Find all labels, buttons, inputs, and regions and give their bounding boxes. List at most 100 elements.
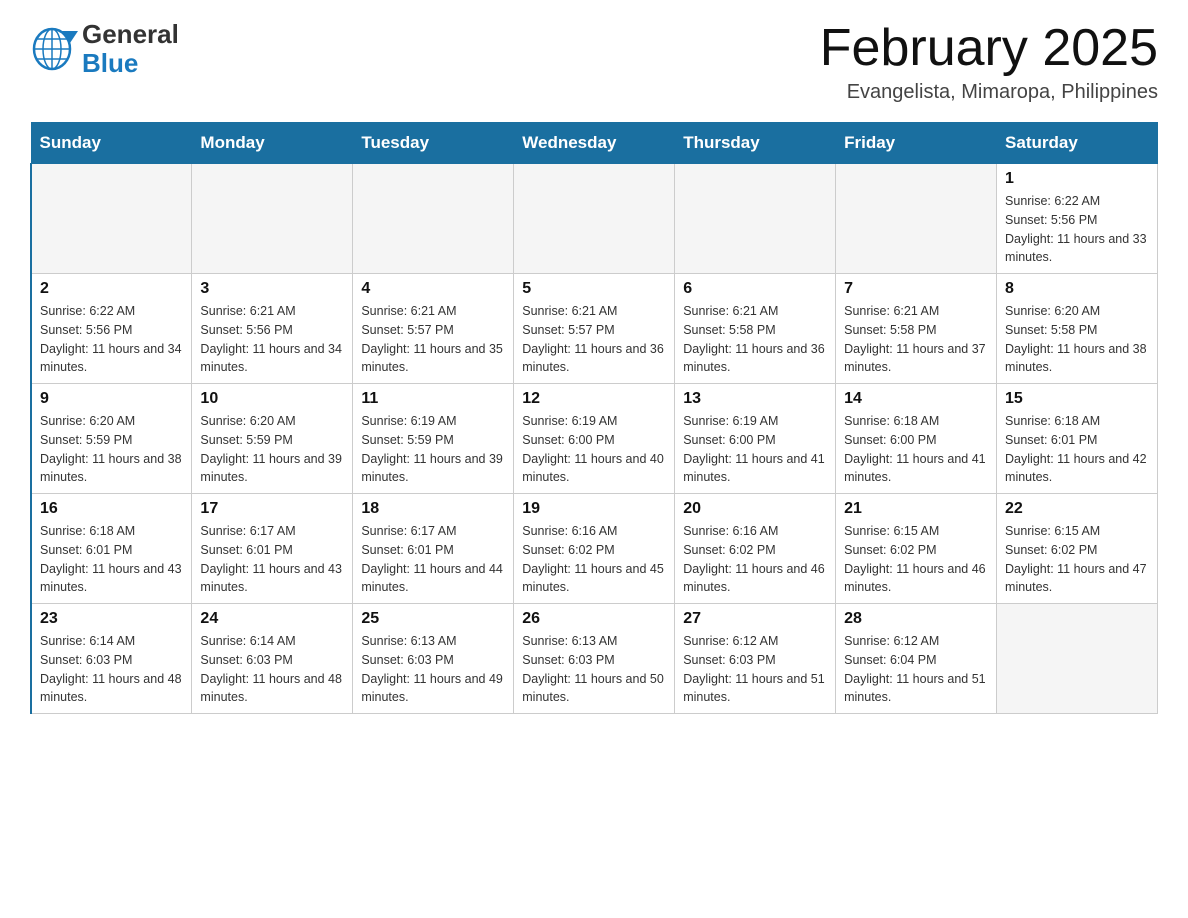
day-info: Sunrise: 6:22 AMSunset: 5:56 PMDaylight:…	[40, 302, 183, 377]
calendar-cell: 26Sunrise: 6:13 AMSunset: 6:03 PMDayligh…	[514, 604, 675, 714]
day-info: Sunrise: 6:22 AMSunset: 5:56 PMDaylight:…	[1005, 192, 1149, 267]
week-row-4: 16 Sunrise: 6:18 AMSunset: 6:01 PMDayligh…	[31, 494, 1158, 604]
calendar-cell: 7Sunrise: 6:21 AMSunset: 5:58 PMDaylight…	[836, 274, 997, 384]
day-info: Sunrise: 6:14 AMSunset: 6:03 PMDaylight:…	[200, 632, 344, 707]
day-info: Sunrise: 6:15 AMSunset: 6:02 PMDaylight:…	[1005, 522, 1149, 597]
day-number: 28	[844, 610, 988, 628]
day-info: Sunrise: 6:16 AMSunset: 6:02 PMDaylight:…	[683, 522, 827, 597]
calendar-cell: 6Sunrise: 6:21 AMSunset: 5:58 PMDaylight…	[675, 274, 836, 384]
week-row-2: 2 Sunrise: 6:22 AMSunset: 5:56 PMDaylight…	[31, 274, 1158, 384]
calendar-cell: 1 Sunrise: 6:22 AMSunset: 5:56 PMDaylight…	[997, 164, 1158, 274]
calendar-cell: 5Sunrise: 6:21 AMSunset: 5:57 PMDaylight…	[514, 274, 675, 384]
day-number: 7	[844, 280, 988, 298]
calendar-cell	[353, 164, 514, 274]
day-header-monday: Monday	[192, 123, 353, 164]
calendar-cell	[997, 604, 1158, 714]
day-number: 9	[40, 390, 183, 408]
day-number: 23	[40, 610, 183, 628]
location-title: Evangelista, Mimaropa, Philippines	[820, 81, 1158, 104]
calendar-cell: 15Sunrise: 6:18 AMSunset: 6:01 PMDayligh…	[997, 384, 1158, 494]
day-info: Sunrise: 6:21 AMSunset: 5:56 PMDaylight:…	[200, 302, 344, 377]
calendar-cell: 20 Sunrise: 6:16 AMSunset: 6:02 PMDayligh…	[675, 494, 836, 604]
day-info: Sunrise: 6:16 AMSunset: 6:02 PMDaylight:…	[522, 522, 666, 597]
day-number: 2	[40, 280, 183, 298]
day-header-thursday: Thursday	[675, 123, 836, 164]
day-header-tuesday: Tuesday	[353, 123, 514, 164]
day-number: 25	[361, 610, 505, 628]
day-info: Sunrise: 6:20 AMSunset: 5:58 PMDaylight:…	[1005, 302, 1149, 377]
week-row-3: 9 Sunrise: 6:20 AMSunset: 5:59 PMDaylight…	[31, 384, 1158, 494]
calendar-table: SundayMondayTuesdayWednesdayThursdayFrid…	[30, 122, 1158, 714]
week-row-5: 23 Sunrise: 6:14 AMSunset: 6:03 PMDayligh…	[31, 604, 1158, 714]
day-number: 8	[1005, 280, 1149, 298]
calendar-cell: 21 Sunrise: 6:15 AMSunset: 6:02 PMDayligh…	[836, 494, 997, 604]
day-info: Sunrise: 6:18 AMSunset: 6:01 PMDaylight:…	[1005, 412, 1149, 487]
day-header-friday: Friday	[836, 123, 997, 164]
day-number: 10	[200, 390, 344, 408]
logo-text: General Blue	[82, 20, 179, 77]
day-number: 13	[683, 390, 827, 408]
calendar-cell: 16 Sunrise: 6:18 AMSunset: 6:01 PMDayligh…	[31, 494, 192, 604]
logo: General Blue	[30, 20, 179, 77]
day-number: 6	[683, 280, 827, 298]
day-info: Sunrise: 6:19 AMSunset: 6:00 PMDaylight:…	[683, 412, 827, 487]
calendar-cell: 24 Sunrise: 6:14 AMSunset: 6:03 PMDayligh…	[192, 604, 353, 714]
day-info: Sunrise: 6:20 AMSunset: 5:59 PMDaylight:…	[40, 412, 183, 487]
day-header-saturday: Saturday	[997, 123, 1158, 164]
logo-general: General	[82, 20, 179, 49]
week-row-1: 1 Sunrise: 6:22 AMSunset: 5:56 PMDaylight…	[31, 164, 1158, 274]
calendar-cell: 25 Sunrise: 6:13 AMSunset: 6:03 PMDayligh…	[353, 604, 514, 714]
calendar-cell: 8 Sunrise: 6:20 AMSunset: 5:58 PMDaylight…	[997, 274, 1158, 384]
day-number: 27	[683, 610, 827, 628]
calendar-cell	[192, 164, 353, 274]
calendar-cell: 17 Sunrise: 6:17 AMSunset: 6:01 PMDayligh…	[192, 494, 353, 604]
day-info: Sunrise: 6:17 AMSunset: 6:01 PMDaylight:…	[200, 522, 344, 597]
day-number: 11	[361, 390, 505, 408]
day-info: Sunrise: 6:19 AMSunset: 6:00 PMDaylight:…	[522, 412, 666, 487]
day-number: 12	[522, 390, 666, 408]
day-header-wednesday: Wednesday	[514, 123, 675, 164]
calendar-cell: 4 Sunrise: 6:21 AMSunset: 5:57 PMDaylight…	[353, 274, 514, 384]
day-info: Sunrise: 6:13 AMSunset: 6:03 PMDaylight:…	[361, 632, 505, 707]
day-number: 5	[522, 280, 666, 298]
calendar-cell: 27 Sunrise: 6:12 AMSunset: 6:03 PMDayligh…	[675, 604, 836, 714]
calendar-cell: 2 Sunrise: 6:22 AMSunset: 5:56 PMDaylight…	[31, 274, 192, 384]
title-section: February 2025 Evangelista, Mimaropa, Phi…	[820, 20, 1158, 104]
day-number: 21	[844, 500, 988, 518]
day-info: Sunrise: 6:20 AMSunset: 5:59 PMDaylight:…	[200, 412, 344, 487]
day-number: 26	[522, 610, 666, 628]
day-number: 24	[200, 610, 344, 628]
day-number: 4	[361, 280, 505, 298]
calendar-cell: 18 Sunrise: 6:17 AMSunset: 6:01 PMDayligh…	[353, 494, 514, 604]
day-info: Sunrise: 6:21 AMSunset: 5:57 PMDaylight:…	[361, 302, 505, 377]
day-info: Sunrise: 6:14 AMSunset: 6:03 PMDaylight:…	[40, 632, 183, 707]
day-number: 19	[522, 500, 666, 518]
calendar-cell: 11 Sunrise: 6:19 AMSunset: 5:59 PMDayligh…	[353, 384, 514, 494]
calendar-cell: 10 Sunrise: 6:20 AMSunset: 5:59 PMDayligh…	[192, 384, 353, 494]
day-info: Sunrise: 6:18 AMSunset: 6:00 PMDaylight:…	[844, 412, 988, 487]
day-header-sunday: Sunday	[31, 123, 192, 164]
day-number: 17	[200, 500, 344, 518]
logo-icon	[30, 23, 78, 75]
day-info: Sunrise: 6:19 AMSunset: 5:59 PMDaylight:…	[361, 412, 505, 487]
day-number: 16	[40, 500, 183, 518]
day-info: Sunrise: 6:15 AMSunset: 6:02 PMDaylight:…	[844, 522, 988, 597]
day-info: Sunrise: 6:12 AMSunset: 6:04 PMDaylight:…	[844, 632, 988, 707]
calendar-cell	[836, 164, 997, 274]
calendar-cell: 28 Sunrise: 6:12 AMSunset: 6:04 PMDayligh…	[836, 604, 997, 714]
calendar-cell: 23 Sunrise: 6:14 AMSunset: 6:03 PMDayligh…	[31, 604, 192, 714]
calendar-cell: 9 Sunrise: 6:20 AMSunset: 5:59 PMDaylight…	[31, 384, 192, 494]
day-info: Sunrise: 6:17 AMSunset: 6:01 PMDaylight:…	[361, 522, 505, 597]
day-number: 14	[844, 390, 988, 408]
calendar-cell: 14 Sunrise: 6:18 AMSunset: 6:00 PMDayligh…	[836, 384, 997, 494]
calendar-cell	[514, 164, 675, 274]
month-title: February 2025	[820, 20, 1158, 77]
day-info: Sunrise: 6:12 AMSunset: 6:03 PMDaylight:…	[683, 632, 827, 707]
day-number: 3	[200, 280, 344, 298]
calendar-cell	[31, 164, 192, 274]
day-info: Sunrise: 6:18 AMSunset: 6:01 PMDaylight:…	[40, 522, 183, 597]
day-number: 20	[683, 500, 827, 518]
calendar-header-row: SundayMondayTuesdayWednesdayThursdayFrid…	[31, 123, 1158, 164]
day-number: 1	[1005, 170, 1149, 188]
day-number: 18	[361, 500, 505, 518]
